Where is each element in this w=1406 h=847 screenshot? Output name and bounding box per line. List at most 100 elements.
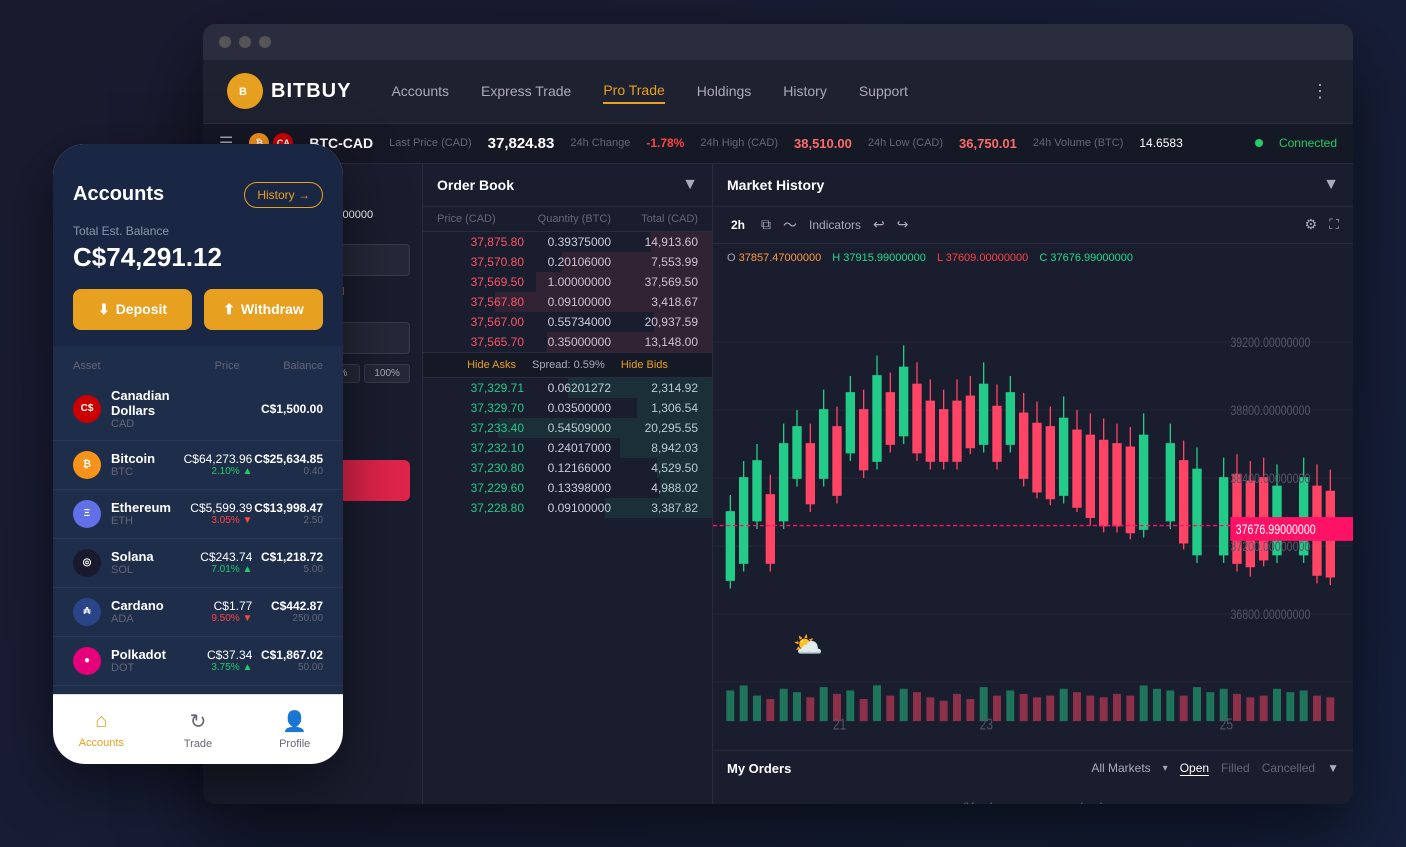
- asset-balance-crypto: 2.50: [252, 515, 323, 526]
- phone-asset-row[interactable]: ◎ Solana SOL C$243.74 7.01% ▲ C$1,218.72…: [53, 539, 343, 588]
- my-orders-header: My Orders All Markets ▾ Open Filled Canc…: [727, 761, 1339, 776]
- asset-balance-crypto: 250.00: [252, 613, 323, 624]
- ask-row: 37,567.00 0.55734000 20,937.59: [423, 312, 712, 332]
- phone-withdraw-btn[interactable]: ⬆ Withdraw: [204, 289, 323, 330]
- asset-price-change: 2.10% ▲: [182, 466, 253, 477]
- phone-history-btn[interactable]: History →: [244, 182, 323, 208]
- phone-status-bar: [53, 144, 343, 172]
- bid-row: 37,229.60 0.13398000 4,988.02: [423, 478, 712, 498]
- browser-window: B BITBUY Accounts Express Trade Pro Trad…: [203, 24, 1353, 804]
- undo-icon[interactable]: ↩: [873, 216, 885, 233]
- chart-line-icon[interactable]: 〜: [783, 215, 797, 235]
- asset-price-change: 7.01% ▲: [182, 564, 253, 575]
- asset-name: Solana: [111, 549, 182, 564]
- asset-icon: ₿: [73, 451, 101, 479]
- phone-asset-row[interactable]: ● Polkadot DOT C$37.34 3.75% ▲ C$1,867.0…: [53, 637, 343, 686]
- nav-holdings[interactable]: Holdings: [697, 79, 751, 103]
- phone-nav-profile[interactable]: 👤 Profile: [246, 709, 343, 750]
- phone-action-btns: ⬇ Deposit ⬆ Withdraw: [73, 289, 323, 330]
- chart-chevron[interactable]: ▼: [1323, 176, 1339, 194]
- nav-accounts[interactable]: Accounts: [391, 79, 449, 103]
- ohlc-high: H 37915.99000000: [832, 252, 929, 264]
- asset-price-val: C$5,599.39: [182, 501, 253, 515]
- asset-price: C$1.77 9.50% ▼: [182, 599, 253, 624]
- pct-100-btn[interactable]: 100%: [364, 364, 410, 383]
- tab-filled[interactable]: Filled: [1221, 761, 1250, 775]
- tab-cancelled[interactable]: Cancelled: [1262, 761, 1315, 775]
- bid-row: 37,230.80 0.12166000 4,529.50: [423, 458, 712, 478]
- orders-chevron[interactable]: ▼: [1327, 761, 1339, 775]
- phone-balance-label: Total Est. Balance: [73, 224, 323, 238]
- orders-empty-msg: (You have no open orders): [727, 784, 1339, 804]
- col-balance-header: Balance: [240, 360, 323, 372]
- asset-name: Ethereum: [111, 500, 182, 515]
- order-book-panel: Order Book ▼ Price (CAD) Quantity (BTC) …: [423, 164, 713, 804]
- ob-total-header: Total (CAD): [611, 213, 698, 225]
- ask-row: 37,565.70 0.35000000 13,148.00: [423, 332, 712, 352]
- asset-name: Polkadot: [111, 647, 182, 662]
- asset-balance-fiat: C$442.87: [252, 599, 323, 613]
- settings-icon[interactable]: ⚙: [1305, 216, 1318, 233]
- redo-icon[interactable]: ↪: [897, 216, 909, 233]
- nav-express-trade[interactable]: Express Trade: [481, 79, 571, 103]
- time-2h-btn[interactable]: 2h: [727, 216, 749, 234]
- ticker-low-val: 36,750.01: [959, 136, 1017, 151]
- phone-asset-row[interactable]: ₿ Bitcoin BTC C$64,273.96 2.10% ▲ C$25,6…: [53, 441, 343, 490]
- main-content: Limit Market Purchase Limit ℹ CAD $10000…: [203, 164, 1353, 804]
- phone-asset-header: Asset Price Balance: [53, 354, 343, 378]
- bid-row: 37,329.71 0.06201272 2,314.92: [423, 378, 712, 398]
- phone-nav-accounts[interactable]: ⌂ Accounts: [53, 710, 150, 749]
- chart-type-icon[interactable]: ⧉: [761, 216, 771, 233]
- phone-bottom-nav: ⌂ Accounts ↻ Trade 👤 Profile: [53, 694, 343, 764]
- phone-asset-row[interactable]: C$ Canadian Dollars CAD C$1,500.00: [53, 378, 343, 441]
- candlestick-chart: 37676.99000000 39200.00000000 38800.0000…: [713, 274, 1353, 750]
- withdraw-icon: ⬆: [223, 301, 235, 318]
- hide-asks-btn[interactable]: Hide Asks: [467, 359, 516, 371]
- phone-accounts-title: Accounts: [73, 183, 164, 206]
- deposit-icon: ⬇: [98, 301, 110, 318]
- asset-balance-crypto: 0.40: [252, 466, 323, 477]
- svg-text:38800.00000000: 38800.00000000: [1230, 402, 1310, 418]
- asset-balance-fiat: C$13,998.47: [252, 501, 323, 515]
- browser-dot-yellow: [239, 36, 251, 48]
- ticker-bar: ☰ ₿ CA BTC-CAD Last Price (CAD) 37,824.8…: [203, 124, 1353, 164]
- hide-bids-btn[interactable]: Hide Bids: [621, 359, 668, 371]
- all-markets-label[interactable]: All Markets: [1091, 761, 1150, 775]
- ask-rows: 37,875.80 0.39375000 14,913.60 37,570.80…: [423, 232, 712, 352]
- svg-text:21: 21: [833, 716, 846, 733]
- browser-dot-red: [219, 36, 231, 48]
- asset-price: C$37.34 3.75% ▲: [182, 648, 253, 673]
- nav-pro-trade[interactable]: Pro Trade: [603, 78, 664, 104]
- logo-area: B BITBUY: [227, 73, 351, 109]
- my-orders-tabs: All Markets ▾ Open Filled Cancelled ▼: [1091, 761, 1339, 776]
- svg-text:36800.00000000: 36800.00000000: [1230, 606, 1310, 622]
- phone-asset-row[interactable]: ₳ Cardano ADA C$1.77 9.50% ▼ C$442.87 25…: [53, 588, 343, 637]
- my-orders-panel: My Orders All Markets ▾ Open Filled Canc…: [713, 750, 1353, 804]
- nav-support[interactable]: Support: [859, 79, 908, 103]
- fullscreen-icon[interactable]: ⛶: [1329, 216, 1339, 233]
- ask-row: 37,570.80 0.20106000 7,553.99: [423, 252, 712, 272]
- more-options-icon[interactable]: ⋮: [1311, 81, 1329, 102]
- asset-symbol: CAD: [111, 418, 182, 430]
- tab-open[interactable]: Open: [1180, 761, 1209, 776]
- logo-text: BITBUY: [271, 80, 351, 103]
- phone-nav-trade[interactable]: ↻ Trade: [150, 709, 247, 750]
- nav-trade-label: Trade: [184, 738, 212, 750]
- asset-balance-fiat: C$1,218.72: [252, 550, 323, 564]
- order-book-header: Order Book ▼: [423, 164, 712, 207]
- app-navbar: B BITBUY Accounts Express Trade Pro Trad…: [203, 60, 1353, 124]
- browser-titlebar: [203, 24, 1353, 60]
- order-book-chevron[interactable]: ▼: [682, 176, 698, 194]
- ticker-last-price-label: Last Price (CAD): [389, 137, 472, 149]
- ticker-change-label: 24h Change: [570, 137, 630, 149]
- asset-balance: C$1,500.00: [252, 402, 323, 416]
- nav-history[interactable]: History: [783, 79, 827, 103]
- phone-asset-row[interactable]: Ξ Ethereum ETH C$5,599.39 3.05% ▼ C$13,9…: [53, 490, 343, 539]
- phone-deposit-btn[interactable]: ⬇ Deposit: [73, 289, 192, 330]
- svg-text:38400.00000000: 38400.00000000: [1230, 470, 1310, 486]
- ticker-high-val: 38,510.00: [794, 136, 852, 151]
- svg-text:37200.00000000: 37200.00000000: [1230, 538, 1310, 554]
- indicators-btn[interactable]: Indicators: [809, 218, 861, 232]
- col-price-header: Price: [156, 360, 239, 372]
- ob-qty-header: Quantity (BTC): [524, 213, 611, 225]
